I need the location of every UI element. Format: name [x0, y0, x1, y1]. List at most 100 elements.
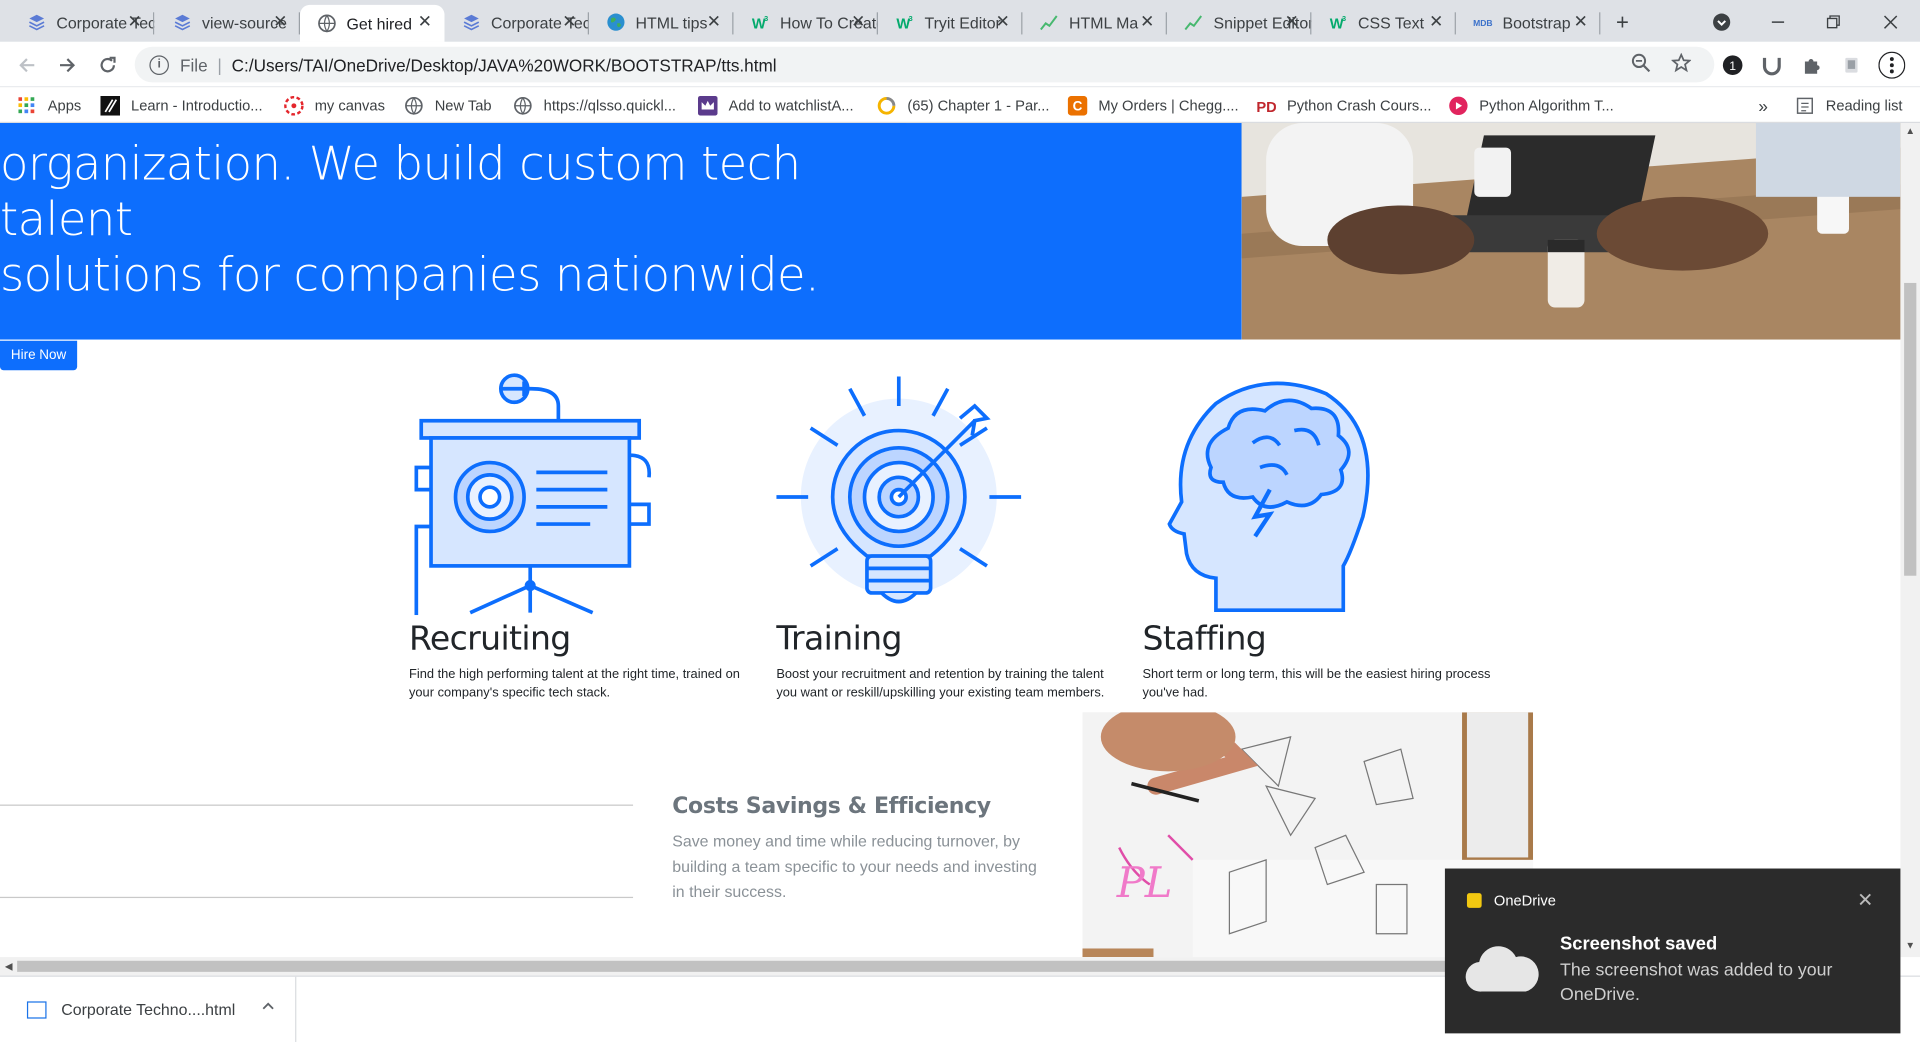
svg-text:1: 1 — [1729, 59, 1736, 73]
extensions-puzzle-icon[interactable] — [1799, 52, 1826, 79]
bookmark[interactable]: C My Orders | Chegg.... — [1067, 95, 1239, 117]
bookmark-label: Python Algorithm T... — [1479, 97, 1614, 115]
service-training: Training Boost your recruitment and rete… — [776, 369, 1131, 702]
onedrive-notification[interactable]: OneDrive ✕ Screenshot saved The screensh… — [1444, 868, 1901, 1034]
vertical-scrollbar[interactable]: ▲ ▼ — [1900, 123, 1920, 958]
hero-meeting-photo — [1241, 123, 1901, 340]
tab-close-icon[interactable]: ✕ — [1282, 11, 1302, 31]
tab[interactable]: HTML Ma ✕ — [1022, 5, 1167, 39]
new-tab-button[interactable]: + — [1608, 7, 1637, 37]
tab-separator — [1599, 12, 1601, 35]
tab[interactable]: view-source ✕ — [156, 5, 301, 39]
bookmark-star-icon[interactable] — [1669, 52, 1693, 78]
tab-close-icon[interactable]: ✕ — [560, 11, 580, 31]
bookmark[interactable]: Add to watchlistA... — [697, 95, 854, 117]
tab[interactable]: Get hired ✕ — [300, 4, 445, 42]
notification-message: The screenshot was added to your OneDriv… — [1560, 960, 1833, 1006]
bookmark[interactable]: my canvas — [284, 95, 385, 117]
mdb-icon: MDB — [1473, 12, 1493, 32]
service-recruiting: Recruiting Find the high performing tale… — [409, 369, 764, 702]
reload-icon[interactable] — [92, 49, 124, 81]
learn-icon — [100, 95, 121, 116]
tab-search-icon[interactable] — [1707, 7, 1736, 37]
reading-list-button[interactable]: Reading list — [1795, 95, 1903, 117]
page-viewport: organization. We build custom tech talen… — [0, 123, 1901, 958]
profile-icon[interactable] — [1838, 52, 1865, 79]
forward-arrow-icon[interactable] — [51, 49, 83, 81]
stack-icon — [462, 12, 482, 32]
bookmark[interactable]: Learn - Introductio... — [100, 95, 263, 117]
w3schools-icon: W3 — [751, 12, 771, 32]
reading-list-label: Reading list — [1825, 97, 1903, 115]
scroll-down-arrow-icon[interactable]: ▼ — [1905, 940, 1915, 951]
u-extension-icon[interactable] — [1758, 52, 1785, 79]
restore-icon[interactable] — [1818, 7, 1847, 37]
svg-text:3: 3 — [764, 14, 768, 23]
bookmark-label: https://qlsso.quickl... — [543, 97, 676, 115]
address-bar[interactable]: i File | C:/Users/TAI/OneDrive/Desktop/J… — [134, 46, 1715, 83]
cost-savings-section: Costs Savings & Efficiency Save money an… — [672, 793, 1052, 904]
tab-close-icon[interactable]: ✕ — [415, 11, 435, 31]
w3schools-icon: W3 — [895, 12, 915, 32]
extension-badge-icon[interactable]: 1 — [1719, 52, 1746, 79]
download-item[interactable]: Corporate Techno....html — [0, 976, 297, 1042]
tab[interactable]: W 3 CSS Text ✕ — [1311, 5, 1456, 39]
bookmarks-overflow-button[interactable]: » — [1758, 95, 1768, 117]
hire-now-button[interactable]: Hire Now — [0, 340, 78, 371]
minimize-icon[interactable] — [1763, 7, 1792, 37]
svg-text:PL: PL — [1116, 858, 1173, 907]
tab-close-icon[interactable]: ✕ — [1138, 11, 1158, 31]
bookmark[interactable]: (65) Chapter 1 - Par... — [877, 95, 1049, 117]
presentation-board-icon — [409, 369, 654, 616]
bookmark[interactable]: Apps — [17, 95, 81, 117]
tab[interactable]: Snippet Editor ✕ — [1167, 5, 1312, 39]
notification-title: Screenshot saved — [1560, 933, 1718, 955]
bookmark[interactable]: https://qlsso.quickl... — [513, 95, 676, 117]
lightbulb-target-icon — [776, 369, 1022, 615]
url-text[interactable]: C:/Users/TAI/OneDrive/Desktop/JAVA%20WOR… — [232, 55, 777, 75]
svg-text:3: 3 — [909, 14, 913, 23]
site-info-icon[interactable]: i — [149, 54, 169, 75]
pd-icon: PD — [1256, 96, 1276, 116]
tab-close-icon[interactable]: ✕ — [1427, 11, 1447, 31]
bookmark-label: my canvas — [314, 97, 385, 115]
bookmark[interactable]: New Tab — [404, 95, 492, 117]
play-icon — [1449, 96, 1469, 116]
close-icon[interactable]: ✕ — [1857, 888, 1873, 913]
tab[interactable]: W 3 How To Create ✕ — [733, 5, 878, 39]
tab[interactable]: Corporate Techno✕ — [10, 5, 155, 39]
apps-grid-icon — [17, 96, 37, 116]
close-window-icon[interactable] — [1876, 7, 1905, 37]
back-arrow-icon[interactable] — [11, 49, 43, 81]
zoom-icon[interactable] — [1629, 53, 1653, 78]
tab-close-icon[interactable]: ✕ — [1571, 11, 1591, 31]
bookmark-label: Add to watchlistA... — [728, 97, 854, 115]
tab-close-icon[interactable]: ✕ — [125, 11, 145, 31]
tab[interactable]: MDB Bootstrap ✕ — [1456, 5, 1601, 39]
head-brain-icon — [1142, 369, 1387, 615]
horizontal-scroll-thumb[interactable] — [17, 960, 1463, 972]
vertical-scroll-thumb[interactable] — [1904, 282, 1917, 576]
scroll-up-arrow-icon[interactable]: ▲ — [1905, 125, 1915, 136]
bookmark[interactable]: Python Algorithm T... — [1449, 95, 1614, 117]
scroll-left-arrow-icon[interactable]: ◀ — [5, 961, 13, 972]
tab[interactable]: W 3 Tryit Editor ✕ — [878, 5, 1023, 39]
bookmark[interactable]: PD Python Crash Cours... — [1256, 95, 1431, 117]
hero-heading: organization. We build custom tech talen… — [0, 123, 931, 303]
stack-icon — [173, 12, 193, 32]
cost-text: Save money and time while reducing turno… — [672, 831, 1037, 901]
tab-close-icon[interactable]: ✕ — [271, 11, 291, 31]
tab-close-icon[interactable]: ✕ — [993, 11, 1013, 31]
menu-kebab-icon[interactable] — [1878, 51, 1906, 79]
onedrive-app-icon — [1466, 893, 1482, 908]
chevron-up-icon[interactable] — [261, 998, 276, 1018]
w3schools-icon: W3 — [1329, 12, 1349, 32]
tab-close-icon[interactable]: ✕ — [849, 11, 869, 31]
download-filename: Corporate Techno....html — [61, 1000, 236, 1019]
service-staffing: Staffing Short term or long term, this w… — [1142, 369, 1497, 702]
tab[interactable]: HTML tips ✕ — [589, 5, 734, 39]
tab[interactable]: Corporate Techno✕ — [444, 5, 589, 39]
bookmark-label: Learn - Introductio... — [131, 97, 263, 115]
globe-icon — [404, 96, 424, 116]
tab-close-icon[interactable]: ✕ — [704, 11, 724, 31]
